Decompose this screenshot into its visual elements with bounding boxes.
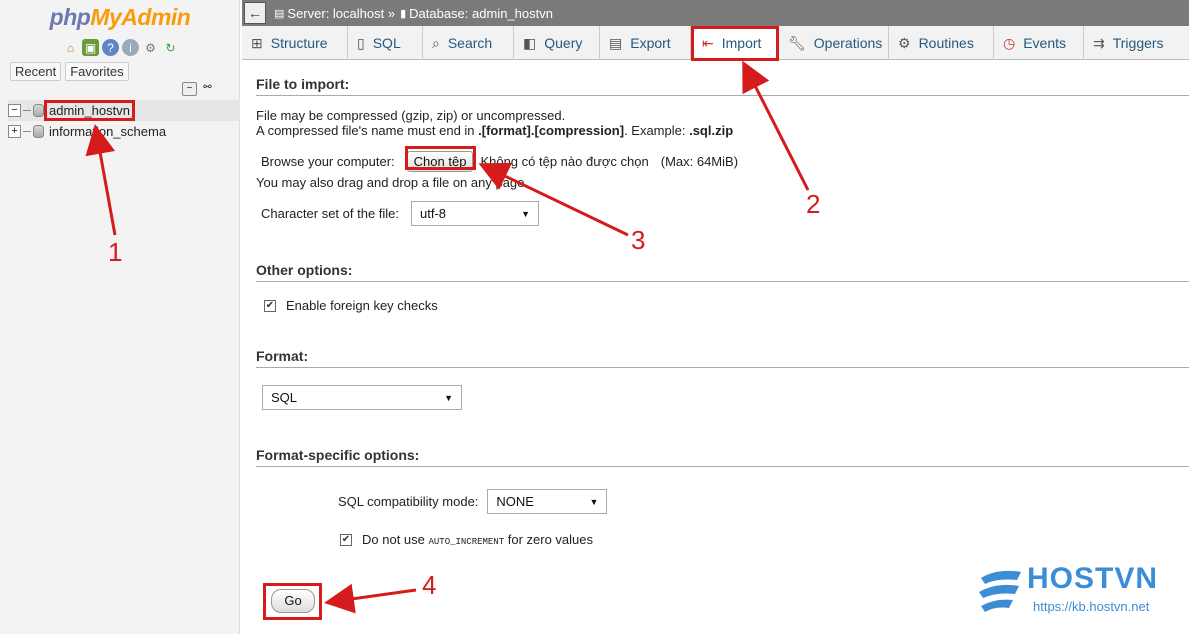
tab-events[interactable]: ◷ Events bbox=[994, 26, 1084, 60]
tree-connector bbox=[23, 110, 31, 111]
tab-export[interactable]: ▤ Export bbox=[600, 26, 691, 60]
search-icon: ⌕ bbox=[432, 34, 440, 51]
arrow-4 bbox=[324, 583, 417, 614]
navigation-panel: phpMyAdmin ⌂ ▣ ? i ⚙ ↻ Recent Favorites … bbox=[0, 0, 240, 634]
auto-increment-row: ✔ Do not use AUTO_INCREMENT for zero val… bbox=[340, 532, 593, 547]
sql-icon: ▯ bbox=[357, 34, 365, 51]
tab-sql[interactable]: ▯ SQL bbox=[348, 26, 423, 60]
nav-icon-bar: ⌂ ▣ ? i ⚙ ↻ bbox=[62, 39, 179, 56]
tab-triggers[interactable]: ⇉ Triggers bbox=[1084, 26, 1184, 60]
tab-routines[interactable]: ⚙ Routines bbox=[889, 26, 994, 60]
wrench-icon: 🔧︎ bbox=[788, 34, 806, 51]
nav-tab-recent[interactable]: Recent bbox=[10, 62, 62, 81]
format-select[interactable]: SQL ▼ bbox=[262, 385, 462, 410]
annotation-number-1: 1 bbox=[108, 237, 123, 267]
phpmyadmin-logo[interactable]: phpMyAdmin bbox=[0, 4, 240, 31]
query-icon: ◧ bbox=[523, 34, 537, 51]
brand-url: https://kb.hostvn.net bbox=[1033, 599, 1150, 614]
breadcrumb-database[interactable]: ▮ Database: admin_hostvn bbox=[400, 6, 553, 21]
annotation-number-2: 2 bbox=[806, 189, 821, 219]
highlight-database bbox=[44, 100, 135, 121]
annotation-number-3: 3 bbox=[631, 225, 646, 255]
annotation-number-4: 4 bbox=[422, 570, 437, 600]
browse-row: Browse your computer: Chọn tệp Không có … bbox=[261, 151, 738, 172]
triggers-icon: ⇉ bbox=[1093, 34, 1105, 51]
chevron-down-icon: ▼ bbox=[444, 392, 453, 403]
nav-tabs: Recent Favorites bbox=[10, 62, 129, 81]
database-icon bbox=[33, 125, 44, 138]
foreign-key-checkbox[interactable]: ✔ bbox=[264, 299, 276, 312]
help-icon[interactable]: ? bbox=[102, 39, 119, 56]
charset-select[interactable]: utf-8 ▼ bbox=[411, 201, 540, 226]
highlight-import-tab bbox=[691, 26, 779, 61]
format-specific-heading: Format-specific options: bbox=[256, 447, 1189, 467]
export-icon: ▤ bbox=[609, 34, 623, 51]
home-icon[interactable]: ⌂ bbox=[62, 39, 79, 56]
brand-name: HOSTVN bbox=[1027, 562, 1159, 595]
charset-label: Character set of the file: bbox=[261, 206, 400, 221]
foreign-key-row: ✔ Enable foreign key checks bbox=[264, 298, 438, 313]
docs-icon[interactable]: i bbox=[122, 39, 139, 56]
compat-label: SQL compatibility mode: bbox=[338, 494, 479, 509]
server-icon: ▤ bbox=[274, 7, 285, 20]
clock-icon: ◷ bbox=[1003, 34, 1016, 51]
foreign-key-label: Enable foreign key checks bbox=[286, 298, 438, 313]
collapse-all-icon[interactable]: − bbox=[182, 82, 197, 96]
breadcrumb-server[interactable]: ▤ Server: localhost » bbox=[274, 6, 395, 21]
settings-icon[interactable]: ⚙ bbox=[142, 39, 159, 56]
format-heading: Format: bbox=[256, 348, 1189, 368]
structure-icon: ⊞ bbox=[251, 34, 263, 51]
chevron-down-icon: ▼ bbox=[521, 208, 531, 219]
routines-icon: ⚙ bbox=[898, 34, 911, 51]
hostvn-logo-icon bbox=[979, 570, 1021, 612]
compression-example: A compressed file's name must end in .[f… bbox=[256, 123, 734, 138]
highlight-go-button bbox=[263, 583, 322, 620]
drag-drop-note: You may also drag and drop a file on any… bbox=[256, 175, 528, 190]
tab-structure[interactable]: ⊞ Structure bbox=[242, 26, 348, 60]
database-icon bbox=[33, 104, 44, 117]
tree-item-information-schema[interactable]: + information_schema bbox=[8, 121, 240, 142]
charset-row: Character set of the file: utf-8 ▼ bbox=[261, 201, 540, 226]
hostvn-watermark: HOSTVN https://kb.hostvn.net bbox=[977, 562, 1177, 616]
file-to-import-heading: File to import: bbox=[256, 76, 1189, 96]
breadcrumb: ← ▤ Server: localhost » ▮ Database: admin_… bbox=[242, 0, 1189, 26]
logout-icon[interactable]: ▣ bbox=[82, 39, 99, 56]
phpmyadmin-window: phpMyAdmin ⌂ ▣ ? i ⚙ ↻ Recent Favorites … bbox=[0, 0, 1189, 634]
tree-tools: − ⚯ bbox=[182, 82, 215, 96]
tab-operations[interactable]: 🔧︎ Operations bbox=[779, 26, 889, 60]
tree-item-label[interactable]: information_schema bbox=[49, 124, 166, 139]
highlight-choose-file bbox=[405, 146, 476, 170]
chevron-down-icon: ▼ bbox=[589, 496, 599, 507]
max-size: (Max: 64MiB) bbox=[660, 154, 739, 169]
tab-search[interactable]: ⌕ Search bbox=[423, 26, 514, 60]
nav-tab-favorites[interactable]: Favorites bbox=[65, 62, 129, 81]
compat-select[interactable]: NONE ▼ bbox=[487, 489, 608, 514]
compat-row: SQL compatibility mode: NONE ▼ bbox=[338, 489, 608, 514]
reload-icon[interactable]: ↻ bbox=[162, 39, 179, 56]
collapse-icon[interactable]: − bbox=[8, 104, 21, 117]
back-arrow-icon[interactable]: ← bbox=[244, 2, 266, 24]
expand-icon[interactable]: + bbox=[8, 125, 21, 138]
no-file-chosen: Không có tệp nào được chọn bbox=[480, 154, 649, 169]
auto-increment-checkbox[interactable]: ✔ bbox=[340, 533, 352, 546]
tree-connector bbox=[23, 131, 31, 132]
compression-note: File may be compressed (gzip, zip) or un… bbox=[256, 108, 566, 123]
tab-query[interactable]: ◧ Query bbox=[514, 26, 600, 60]
auto-increment-label: Do not use AUTO_INCREMENT for zero value… bbox=[362, 532, 593, 547]
browse-label: Browse your computer: bbox=[261, 154, 395, 169]
link-icon[interactable]: ⚯ bbox=[200, 82, 215, 96]
database-icon: ▮ bbox=[400, 7, 407, 20]
other-options-heading: Other options: bbox=[256, 262, 1189, 282]
